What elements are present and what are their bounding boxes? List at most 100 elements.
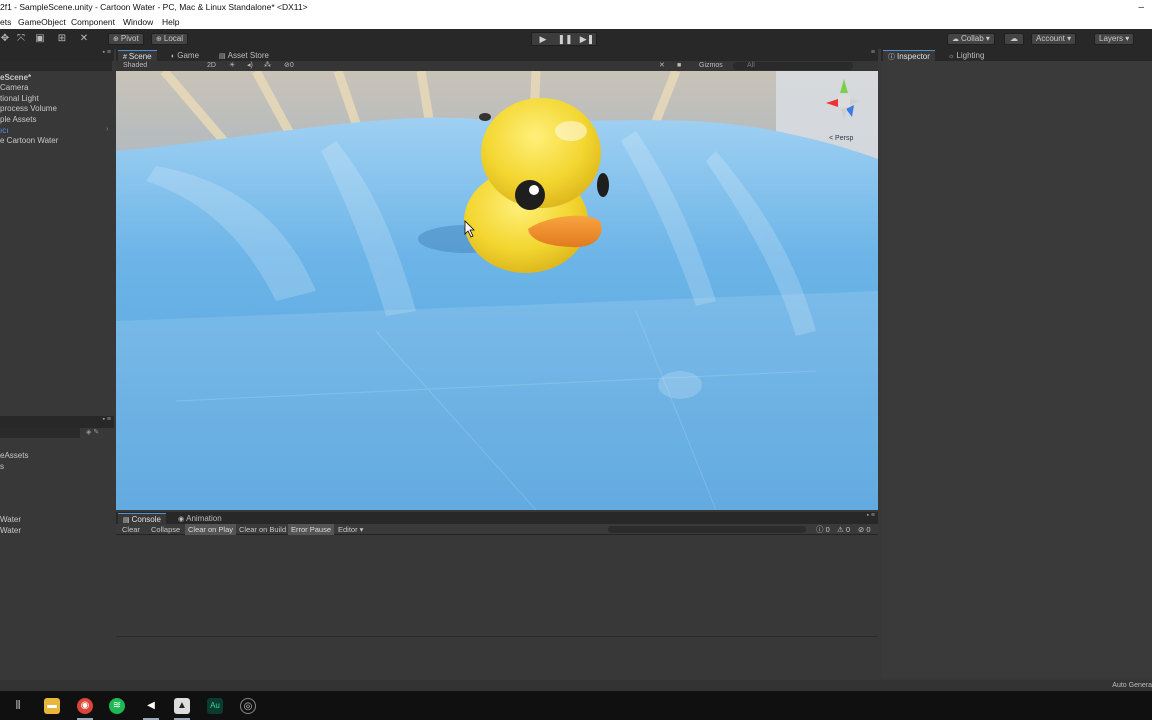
scale-tool-icon[interactable]: ⊞ bbox=[53, 33, 71, 45]
clear-on-play-toggle[interactable]: Clear on Play bbox=[185, 524, 237, 535]
local-label: Local bbox=[163, 34, 183, 43]
audition-icon[interactable]: Au bbox=[207, 698, 223, 714]
hierarchy-panel: ▪ ≡ eScene* Camera tional Light process … bbox=[0, 49, 114, 413]
collapse-button[interactable]: Collapse bbox=[148, 524, 183, 535]
local-icon: ⊕ bbox=[156, 36, 162, 43]
panel-menu-icon[interactable]: ≡ bbox=[871, 49, 875, 56]
pivot-icon: ⊕ bbox=[113, 36, 119, 43]
console-icon: ▤ bbox=[123, 517, 130, 524]
unity-icon[interactable]: ◀ bbox=[143, 698, 159, 720]
menu-assets[interactable]: ets bbox=[0, 15, 11, 29]
hierarchy-item-selected[interactable]: ıcı bbox=[0, 126, 8, 136]
menu-gameobject[interactable]: GameObject bbox=[18, 15, 66, 29]
window-title: 2f1 - SampleScene.unity - Cartoon Water … bbox=[0, 2, 308, 12]
pivot-toggle[interactable]: ⊕ Pivot bbox=[108, 33, 144, 45]
clear-on-build-toggle[interactable]: Clear on Build bbox=[236, 524, 289, 535]
camera-icon[interactable]: ■ bbox=[677, 61, 681, 71]
effects-toggle-icon[interactable]: ⁂ bbox=[264, 61, 271, 71]
tab-scene[interactable]: # Scene bbox=[118, 50, 157, 61]
chrome-icon[interactable]: ◉ bbox=[77, 698, 93, 720]
menu-window[interactable]: Window bbox=[123, 15, 153, 29]
scene-search[interactable]: All bbox=[733, 62, 853, 70]
collab-label: Collab bbox=[961, 34, 984, 43]
project-item[interactable]: Water bbox=[0, 515, 21, 525]
2d-toggle[interactable]: 2D bbox=[207, 61, 216, 71]
project-item[interactable]: eAssets bbox=[0, 451, 28, 461]
play-button[interactable]: ▶ bbox=[532, 33, 554, 45]
project-search[interactable] bbox=[0, 428, 80, 438]
tab-game[interactable]: ◐ Game bbox=[166, 50, 204, 61]
filter-icon[interactable]: ◈ ✎ bbox=[86, 428, 99, 436]
expand-arrow-icon[interactable]: › bbox=[106, 126, 108, 133]
tab-asset-store[interactable]: ▤ Asset Store bbox=[214, 50, 274, 61]
perspective-label[interactable]: < Persp bbox=[829, 135, 853, 142]
tab-console[interactable]: ▤ Console bbox=[118, 513, 166, 524]
tab-lighting[interactable]: ☼ Lighting bbox=[943, 50, 989, 61]
scene-search-placeholder: All bbox=[747, 62, 755, 69]
tab-inspector-label: Inspector bbox=[897, 52, 930, 61]
scene-render bbox=[116, 71, 878, 510]
persp-text: Persp bbox=[835, 135, 854, 142]
panel-menu-icon[interactable]: ▪ ≡ bbox=[102, 416, 111, 423]
main-toolbar: ✥ ⤧ ▣ ⊞ ✕ ⊕ Pivot ⊕ Local ▶ ❚❚ ▶❚ ☁ Collab … bbox=[0, 29, 1152, 49]
scene-panel: # Scene ◐ Game ▤ Asset Store ≡ Shaded 2D ☀ … bbox=[116, 49, 878, 510]
store-icon: ▤ bbox=[219, 53, 226, 60]
info-icon: ⓘ bbox=[816, 525, 824, 534]
hierarchy-search[interactable] bbox=[0, 61, 112, 71]
task-view-icon[interactable]: ⫼ bbox=[10, 698, 26, 714]
rect-tool-icon[interactable]: ▣ bbox=[31, 33, 49, 45]
scene-root-item[interactable]: eScene* bbox=[0, 73, 31, 83]
hierarchy-item-assets[interactable]: ple Assets bbox=[0, 115, 36, 125]
panel-menu-icon[interactable]: ▪ ≡ bbox=[866, 512, 875, 519]
menu-help[interactable]: Help bbox=[162, 15, 179, 29]
warning-count-toggle[interactable]: ⚠ 0 bbox=[834, 524, 853, 535]
file-explorer-icon[interactable]: ▬ bbox=[44, 698, 60, 714]
scene-viewport[interactable]: < Persp bbox=[116, 71, 878, 510]
audio-toggle-icon[interactable]: ◂) bbox=[247, 61, 253, 71]
tools-icon[interactable]: ✕ bbox=[659, 61, 665, 71]
project-item[interactable]: s bbox=[0, 462, 4, 472]
console-search[interactable] bbox=[608, 526, 806, 533]
photos-icon[interactable]: ▲ bbox=[174, 698, 190, 720]
tab-scene-label: Scene bbox=[128, 52, 152, 61]
clear-button[interactable]: Clear bbox=[119, 524, 143, 535]
project-item[interactable]: Water bbox=[0, 526, 21, 536]
status-text: Auto Genera bbox=[1112, 682, 1152, 689]
local-toggle[interactable]: ⊕ Local bbox=[151, 33, 188, 45]
hidden-count-icon[interactable]: ⊘0 bbox=[284, 61, 294, 71]
cloud-button[interactable]: ☁ bbox=[1004, 33, 1024, 45]
info-count: 0 bbox=[825, 525, 830, 534]
obs-icon[interactable]: ◎ bbox=[240, 698, 256, 714]
tab-lighting-label: Lighting bbox=[956, 51, 985, 60]
transform-tool-icon[interactable]: ✕ bbox=[75, 33, 93, 45]
pause-button[interactable]: ❚❚ bbox=[554, 33, 576, 45]
collab-dropdown[interactable]: ☁ Collab ▾ bbox=[947, 33, 995, 45]
shading-mode-dropdown[interactable]: Shaded bbox=[123, 61, 147, 71]
window-title-bar: 2f1 - SampleScene.unity - Cartoon Water … bbox=[0, 0, 1152, 15]
tab-animation[interactable]: ◉ Animation bbox=[173, 513, 227, 524]
hierarchy-item-volume[interactable]: process Volume bbox=[0, 104, 57, 114]
orientation-gizmo-icon[interactable] bbox=[816, 75, 872, 135]
tab-animation-label: Animation bbox=[186, 514, 222, 523]
minimize-button[interactable]: – bbox=[1138, 0, 1144, 15]
gizmos-dropdown[interactable]: Gizmos bbox=[699, 61, 723, 71]
menu-component[interactable]: Component bbox=[71, 15, 115, 29]
tab-asset-store-label: Asset Store bbox=[227, 51, 269, 60]
tab-inspector[interactable]: ⓘ Inspector bbox=[883, 50, 935, 61]
error-count-toggle[interactable]: ⊘ 0 bbox=[855, 524, 874, 535]
hierarchy-item-cartoon-water[interactable]: e Cartoon Water bbox=[0, 136, 58, 146]
panel-menu-icon[interactable]: ▪ ≡ bbox=[102, 49, 111, 56]
account-dropdown[interactable]: Account ▾ bbox=[1031, 33, 1077, 45]
editor-dropdown[interactable]: Editor ▾ bbox=[335, 524, 366, 535]
error-pause-toggle[interactable]: Error Pause bbox=[288, 524, 335, 535]
step-button[interactable]: ▶❚ bbox=[576, 33, 598, 45]
playback-controls: ▶ ❚❚ ▶❚ bbox=[531, 32, 597, 46]
lighting-toggle-icon[interactable]: ☀ bbox=[229, 61, 235, 71]
hierarchy-item-camera[interactable]: Camera bbox=[0, 83, 28, 93]
layers-dropdown[interactable]: Layers ▾ bbox=[1094, 33, 1135, 45]
hierarchy-item-light[interactable]: tional Light bbox=[0, 94, 39, 104]
rotate-tool-icon[interactable]: ⤧ bbox=[12, 33, 30, 45]
project-panel: ▪ ≡ ◈ ✎ eAssets s Water Water bbox=[0, 416, 114, 678]
info-count-toggle[interactable]: ⓘ 0 bbox=[813, 524, 833, 535]
spotify-icon[interactable]: ≋ bbox=[109, 698, 125, 714]
